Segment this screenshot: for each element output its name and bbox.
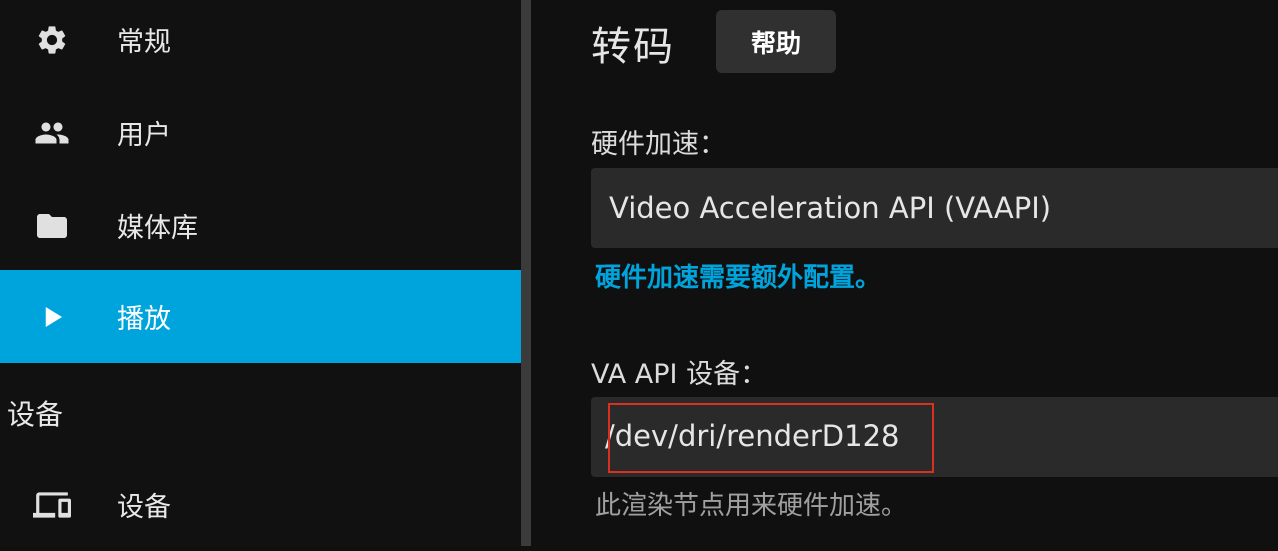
sidebar-item-playback[interactable]: 播放 [0, 270, 521, 363]
sidebar-item-label: 设备 [117, 492, 171, 523]
sidebar: 常规 用户 媒体库 播放 设备 设备 [0, 0, 521, 546]
hw-accel-select[interactable]: Video Acceleration API (VAAPI) [591, 168, 1278, 248]
play-icon [33, 298, 71, 336]
sidebar-item-devices[interactable]: 设备 [0, 458, 521, 551]
folder-icon [33, 207, 71, 245]
people-icon [33, 114, 71, 152]
highlight-box [608, 403, 934, 473]
sidebar-resize-divider[interactable] [521, 0, 531, 546]
sidebar-item-libraries[interactable]: 媒体库 [0, 179, 521, 272]
sidebar-item-label: 常规 [117, 27, 171, 58]
sidebar-item-users[interactable]: 用户 [0, 86, 521, 179]
devices-icon [33, 486, 71, 524]
help-button[interactable]: 帮助 [716, 10, 836, 73]
sidebar-item-label: 媒体库 [117, 213, 198, 244]
sidebar-item-label: 用户 [117, 120, 171, 151]
sidebar-section-header: 设备 [7, 398, 64, 431]
gear-icon [33, 21, 71, 59]
sidebar-item-label: 播放 [117, 304, 171, 335]
page-title: 转码 [591, 24, 675, 70]
main-content: 转码 帮助 硬件加速： Video Acceleration API (VAAP… [531, 0, 1278, 546]
hw-accel-config-link[interactable]: 硬件加速需要额外配置。 [595, 257, 881, 294]
sidebar-item-general[interactable]: 常规 [0, 0, 521, 86]
hw-accel-label: 硬件加速： [591, 129, 726, 160]
vaapi-device-label: VA API 设备： [591, 359, 768, 390]
vaapi-device-description: 此渲染节点用来硬件加速。 [595, 491, 908, 521]
hw-accel-value: Video Acceleration API (VAAPI) [609, 191, 1052, 225]
